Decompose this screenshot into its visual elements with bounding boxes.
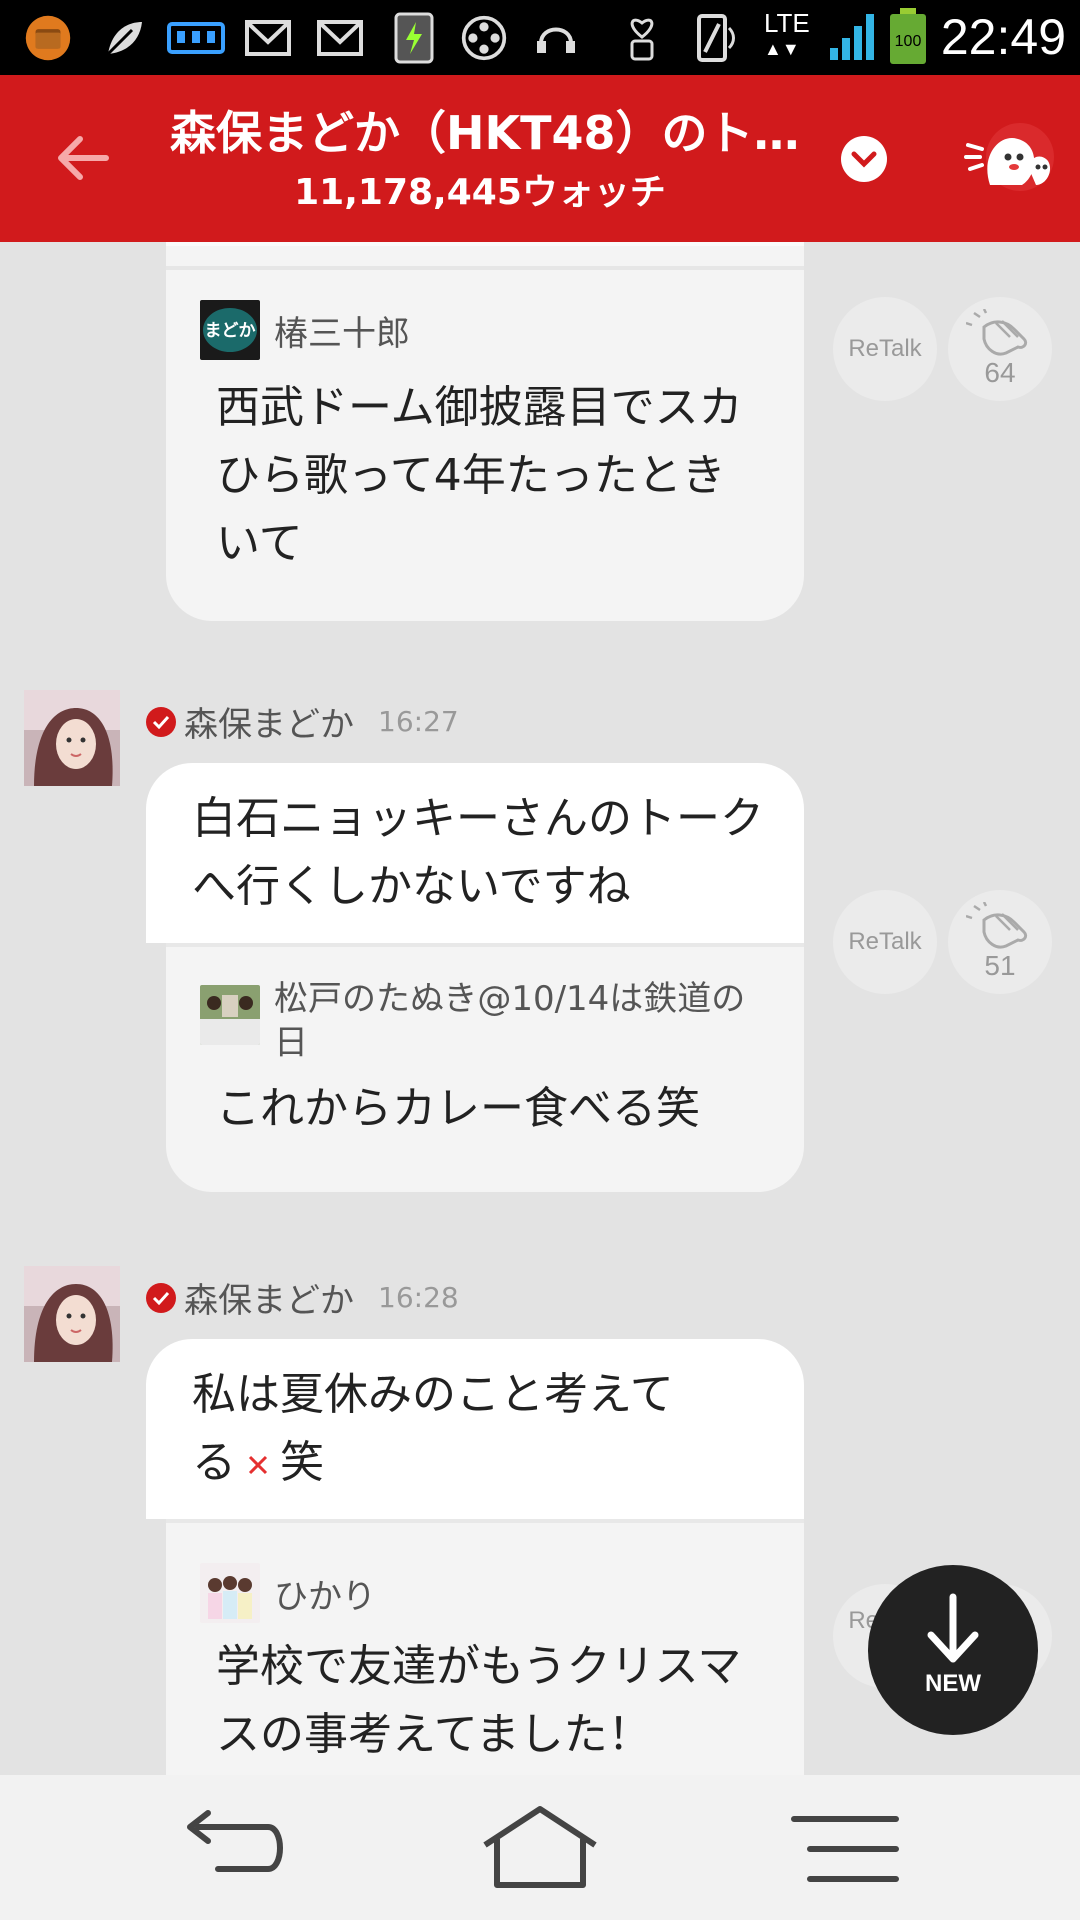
gmail-icon: [244, 14, 292, 62]
message-bubble[interactable]: 私は夏休みのこと考えてる笑: [146, 1339, 804, 1519]
author-name: 森保まどか: [184, 1281, 354, 1321]
quoted-post[interactable]: まどか 椿三十郎 西武ドーム御披露目でスカひら歌って4年たったときいて: [166, 242, 804, 621]
post-time: 16:28: [378, 1281, 459, 1314]
verified-check-icon: [146, 706, 176, 737]
signal-strength-icon: [830, 14, 874, 60]
quote-text: 西武ドーム御披露目でスカひら歌って4年たったときいて: [216, 382, 743, 569]
clap-count: 64: [984, 357, 1016, 388]
talk-feed[interactable]: まどか 椿三十郎 西武ドーム御披露目でスカひら歌って4年たったときいて ReTa…: [0, 242, 1080, 1775]
retalk-button[interactable]: ReTalk: [833, 297, 937, 401]
post-meta: 森保まどか 16:28: [146, 1273, 459, 1322]
verified-check-icon: [146, 1282, 176, 1313]
gmail-icon: [316, 14, 364, 62]
quote-user-name: 松戸のたぬき@10/14は鉄道の日: [274, 979, 746, 1063]
clock: 22:49: [940, 9, 1066, 65]
battery-level: 100: [895, 33, 922, 50]
quote-text: 学校で友達がもうクリスマスの事考えてました！: [216, 1641, 742, 1760]
quote-user-avatar: まどか: [200, 300, 260, 360]
post-meta: 森保まどか 16:27: [146, 697, 459, 746]
clap-count: 51: [984, 950, 1016, 981]
app-header: 森保まどか（HKT48）のト… 11,178,445ウォッチ: [0, 75, 1080, 242]
back-arrow-icon[interactable]: [56, 131, 110, 185]
back-icon[interactable]: [168, 1803, 298, 1893]
clap-hands-icon: [966, 309, 1028, 356]
post-time: 16:27: [378, 705, 459, 738]
mascot-icon[interactable]: [960, 115, 1060, 205]
quote-text: これからカレー食べる笑: [216, 1083, 700, 1134]
leaf-icon: [100, 14, 148, 62]
menu-icon[interactable]: [780, 1803, 910, 1893]
avatar[interactable]: [24, 1266, 120, 1362]
quote-user-name: 椿三十郎: [274, 313, 410, 354]
battery-icon: 100: [888, 8, 928, 66]
chevron-down-icon[interactable]: [841, 136, 887, 182]
clap-button[interactable]: 51: [948, 890, 1052, 994]
message-bubble[interactable]: 白石ニョッキーさんのトークへ行くしかないですね: [146, 763, 804, 943]
film-reel-icon: [460, 14, 508, 62]
nfc-icon: [694, 14, 742, 62]
author-name: 森保まどか: [184, 705, 354, 745]
quote-user-avatar: [200, 1563, 260, 1623]
emoji-x-icon: [248, 1455, 268, 1475]
svg-text:まどか: まどか: [205, 321, 256, 341]
keyboard-icon: [166, 14, 226, 62]
folder-app-icon: [24, 14, 72, 62]
arrow-down-icon: [927, 1593, 979, 1663]
jump-to-new-button[interactable]: NEW: [868, 1565, 1038, 1735]
watch-count: 11,178,445ウォッチ: [294, 172, 666, 213]
quote-user-avatar: [200, 985, 260, 1045]
home-icon[interactable]: [475, 1803, 605, 1893]
clap-button[interactable]: 64: [948, 297, 1052, 401]
status-bar: LTE ▲▼ 100 22:49: [0, 0, 1080, 75]
message-text: 私は夏休みのこと考えてる笑: [192, 1369, 674, 1488]
network-type: LTE ▲▼: [764, 8, 810, 59]
quote-user-name: ひかり: [274, 1576, 376, 1617]
retalk-button[interactable]: ReTalk: [833, 890, 937, 994]
heart-app-icon: [618, 14, 666, 62]
quoted-post[interactable]: ひかり 学校で友達がもうクリスマスの事考えてました！: [166, 1523, 804, 1775]
page-title: 森保まどか（HKT48）のト…: [170, 106, 800, 160]
headset-icon: [532, 14, 580, 62]
charging-icon: [390, 12, 438, 64]
system-nav-bar: [0, 1775, 1080, 1920]
message-text: 白石ニョッキーさんのトークへ行くしかないですね: [192, 793, 764, 912]
new-button-label: NEW: [925, 1670, 981, 1697]
avatar[interactable]: [24, 690, 120, 786]
quoted-post[interactable]: 松戸のたぬき@10/14は鉄道の日 これからカレー食べる笑: [166, 947, 804, 1192]
clap-hands-icon: [966, 902, 1028, 949]
